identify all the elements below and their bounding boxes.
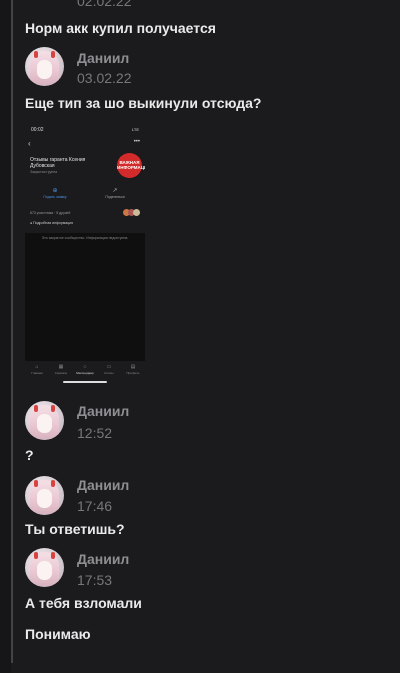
message-time: 03.02.22 [77, 70, 132, 86]
message-text[interactable]: Ты ответишь? [25, 521, 125, 537]
message-group [25, 47, 64, 86]
screenshot-action-share: ↗ Поделиться [97, 187, 133, 199]
chat-icon: ◌ [83, 364, 87, 370]
share-icon: ↗ [112, 188, 118, 194]
thread-line [11, 0, 13, 663]
screenshot-action-join: ⊕ Подать заявку [37, 187, 73, 199]
screenshot-status-time: 00:02 [31, 127, 44, 133]
tab-clips: ▭ Клипы [97, 364, 121, 375]
avatar[interactable] [25, 476, 64, 515]
avatar[interactable] [25, 47, 64, 86]
avatar[interactable] [25, 548, 64, 587]
screenshot-info: ● Подробная информация [30, 221, 74, 225]
chevron-left-icon: ‹ [28, 139, 31, 148]
tab-messenger: ◌ Мессенджер [73, 364, 97, 375]
author-name[interactable]: Даниил [77, 551, 129, 567]
author-name[interactable]: Даниил [77, 50, 129, 66]
message-time: 12:52 [77, 425, 113, 441]
screenshot-members: 873 участника · 5 друзей [30, 211, 71, 215]
tab-home: ⌂ Главная [25, 364, 49, 375]
message-time: 17:53 [77, 572, 113, 588]
message-text[interactable]: ? [25, 447, 34, 463]
home-icon: ⌂ [35, 364, 39, 370]
profile-icon: ▤ [130, 364, 136, 370]
message-date: 02.02.22 [77, 0, 132, 9]
clips-icon: ▭ [106, 364, 112, 370]
message-text[interactable]: Норм акк купил получается [25, 20, 216, 36]
screenshot-group-sub: Закрытая группа [30, 170, 58, 174]
grid-icon: ▦ [58, 364, 64, 370]
message-group [25, 476, 64, 515]
author-name[interactable]: Даниил [77, 403, 129, 419]
tab-services: ▦ Сервисы [49, 364, 73, 375]
more-icon: ••• [133, 139, 140, 145]
screenshot-status-right: LTE [131, 127, 139, 132]
message-time: 17:46 [77, 498, 113, 514]
screenshot-group-logo: ВАЖНАЯ ИНФОРМАЦИЯ [117, 153, 145, 178]
attached-screenshot[interactable]: 00:02 LTE ‹ ••• Отзывы гаранта Ксения Ду… [25, 123, 145, 386]
tab-profile: ▤ Профиль [121, 364, 145, 375]
author-name[interactable]: Даниил [77, 477, 129, 493]
screenshot-header [25, 123, 145, 233]
message-group [25, 401, 64, 440]
message-text[interactable]: А тебя взломали [25, 595, 142, 611]
screenshot-group-name: Отзывы гаранта Ксения Дубовская [30, 157, 86, 169]
message-group [25, 548, 64, 587]
member-avatar [133, 209, 140, 216]
plus-icon: ⊕ [52, 188, 58, 194]
left-gutter [0, 0, 11, 673]
avatar[interactable] [25, 401, 64, 440]
message-text[interactable]: Еще тип за шо выкинули отсюда? [25, 95, 261, 111]
home-indicator [63, 381, 107, 383]
message-text[interactable]: Понимаю [25, 626, 91, 642]
screenshot-closed-text: Это закрытое сообщество. Информация недо… [41, 236, 129, 240]
